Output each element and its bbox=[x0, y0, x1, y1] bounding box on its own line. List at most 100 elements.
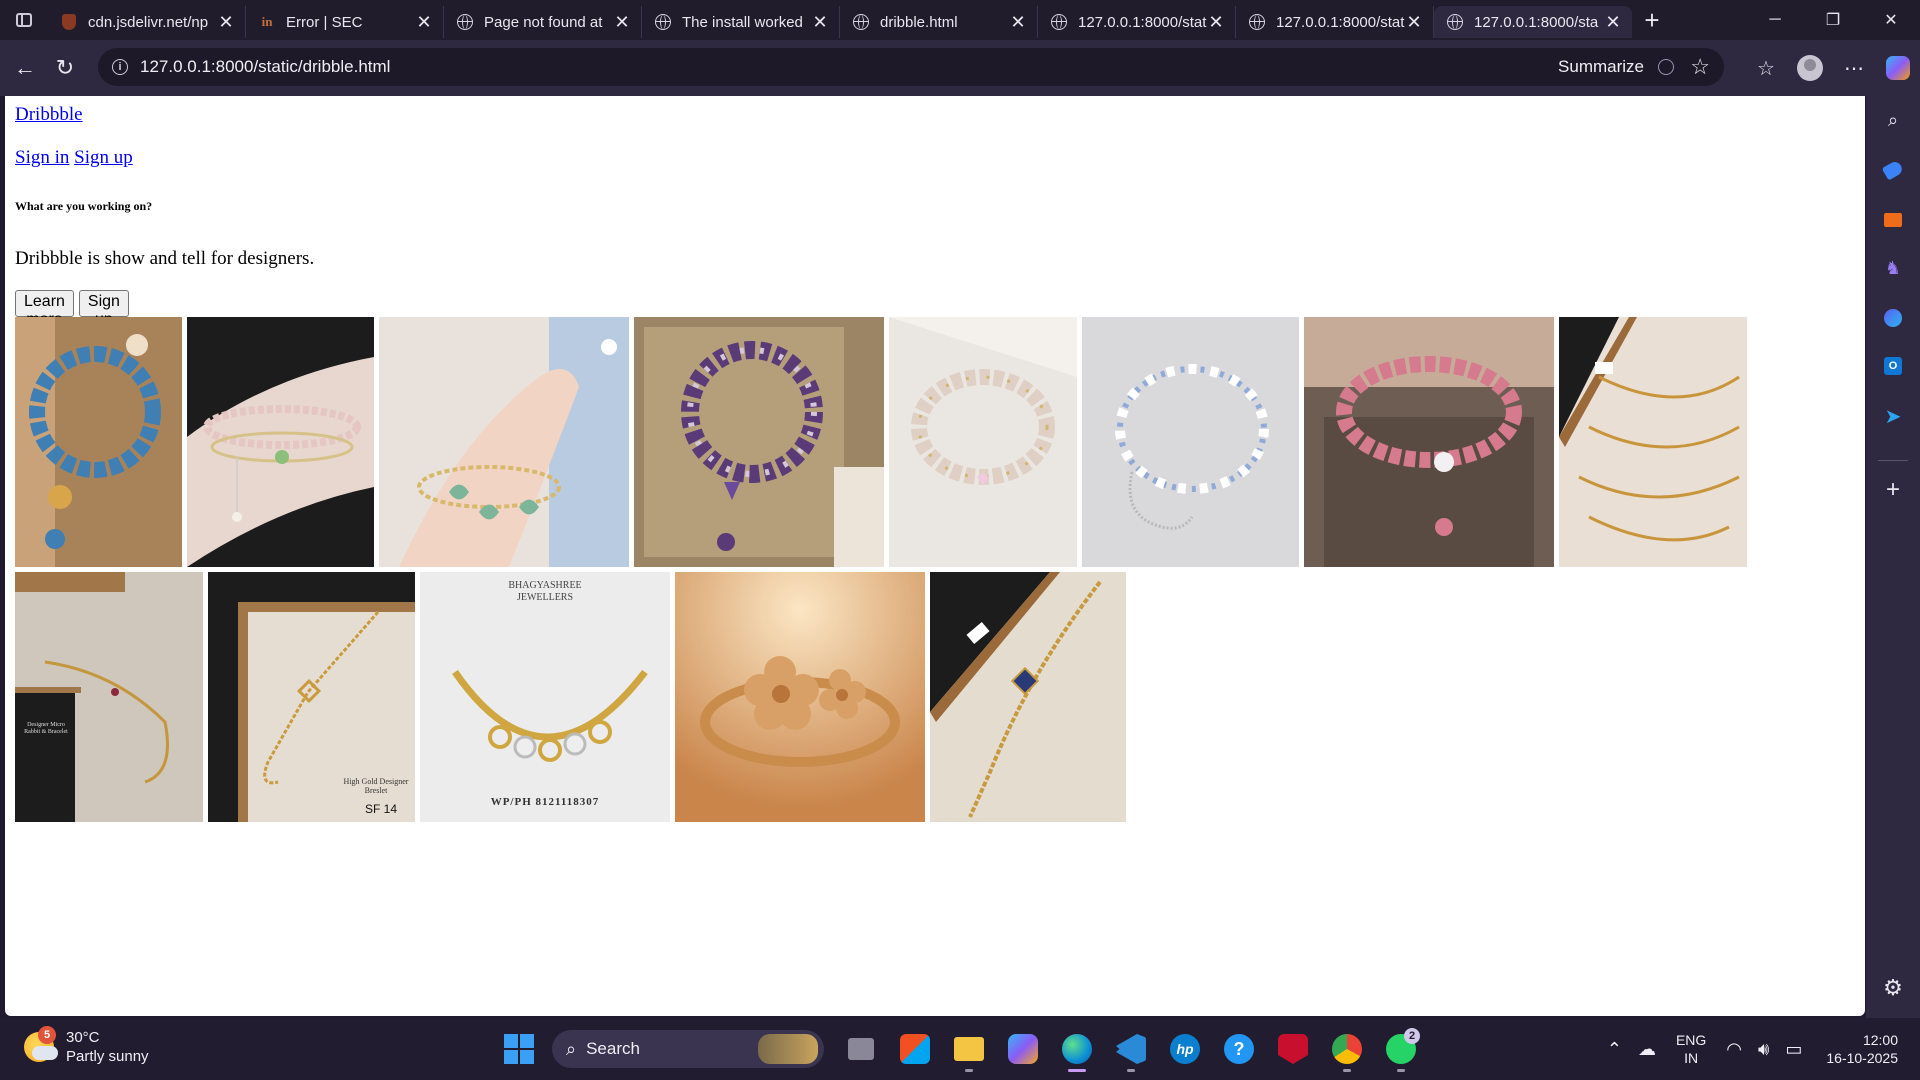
battery-icon[interactable]: ▭ bbox=[1785, 1039, 1802, 1060]
close-tab-icon[interactable]: ✕ bbox=[217, 13, 235, 31]
auth-links: Sign in Sign up bbox=[15, 147, 133, 169]
tab[interactable]: 127.0.0.1:8000/stat ✕ bbox=[1236, 6, 1434, 38]
shot-gold-charm-bracelet[interactable] bbox=[930, 572, 1126, 822]
edge-sidebar: ⌕ ♞ O ➤ + ⚙ bbox=[1866, 96, 1920, 1018]
copilot-button[interactable] bbox=[1876, 48, 1920, 88]
tab-active[interactable]: 127.0.0.1:8000/sta ✕ bbox=[1434, 6, 1632, 38]
volume-icon[interactable]: 🔊︎ bbox=[1758, 1039, 1769, 1060]
summarize-icon bbox=[1658, 59, 1674, 75]
cta-buttons: Learn more Sign up bbox=[15, 290, 129, 328]
description-text: Dribbble is show and tell for designers. bbox=[15, 248, 315, 269]
shot-green-leaf-bracelet[interactable] bbox=[379, 317, 629, 567]
tab[interactable]: 127.0.0.1:8000/stat ✕ bbox=[1038, 6, 1236, 38]
tab-label: The install worked bbox=[682, 13, 803, 31]
shot-gold-bracelet-frame[interactable]: Designer Micro Rabbit & Bracelet bbox=[15, 572, 203, 822]
profile-button[interactable] bbox=[1788, 48, 1832, 88]
favorites-icon[interactable]: ☆ bbox=[1744, 48, 1788, 88]
close-tab-icon[interactable]: ✕ bbox=[811, 13, 829, 31]
shot-gold-flower-ring[interactable] bbox=[675, 572, 925, 822]
tab[interactable]: The install worked ✕ bbox=[642, 6, 840, 38]
shot-pink-bracelet[interactable] bbox=[1304, 317, 1554, 567]
shot-header: BHAGYASHREE JEWELLERS bbox=[508, 580, 582, 603]
globe-icon bbox=[1050, 13, 1068, 31]
wifi-icon[interactable]: ◠ bbox=[1726, 1039, 1742, 1060]
tab[interactable]: Page not found at ✕ bbox=[444, 6, 642, 38]
search-icon[interactable]: ⌕ bbox=[1881, 108, 1905, 132]
url-text[interactable]: 127.0.0.1:8000/static/dribble.html bbox=[140, 57, 390, 77]
shot-caption: High Gold Designer Breslet bbox=[343, 777, 409, 795]
tab[interactable]: in Error | SEC ✕ bbox=[246, 6, 444, 38]
sidebar-divider bbox=[1878, 460, 1908, 461]
tab[interactable]: cdn.jsdelivr.net/np ✕ bbox=[48, 6, 246, 38]
weather-widget[interactable]: 5 30°C Partly sunny bbox=[24, 1026, 149, 1066]
copilot-bird-icon[interactable] bbox=[1881, 306, 1905, 330]
file-explorer-icon[interactable] bbox=[946, 1026, 992, 1072]
vscode-icon[interactable] bbox=[1108, 1026, 1154, 1072]
chrome-icon[interactable] bbox=[1324, 1026, 1370, 1072]
clock[interactable]: 12:00 16-10-2025 bbox=[1826, 1031, 1898, 1067]
weather-badge: 5 bbox=[38, 1026, 56, 1044]
globe-icon bbox=[1248, 13, 1266, 31]
time-text: 12:00 bbox=[1862, 1032, 1898, 1048]
shot-layered-bracelets[interactable] bbox=[187, 317, 374, 567]
globe-icon bbox=[1446, 13, 1464, 31]
in-favicon-icon: in bbox=[261, 14, 273, 29]
whatsapp-icon[interactable]: 2 bbox=[1378, 1026, 1424, 1072]
windows-start-icon[interactable] bbox=[504, 1034, 534, 1064]
close-tab-icon[interactable]: ✕ bbox=[613, 13, 631, 31]
shot-blue-bracelet[interactable] bbox=[15, 317, 182, 567]
close-tab-icon[interactable]: ✕ bbox=[415, 13, 433, 31]
close-tab-icon[interactable]: ✕ bbox=[1604, 13, 1622, 31]
learn-more-button[interactable]: Learn more bbox=[15, 290, 74, 328]
onedrive-icon[interactable]: ☁ bbox=[1638, 1039, 1656, 1060]
shot-footer: WP/PH 8121118307 bbox=[490, 796, 600, 808]
shot-gold-stone-bracelet[interactable]: BHAGYASHREE JEWELLERS WP/PH 8121118307 bbox=[420, 572, 670, 822]
shot-amethyst-bracelet[interactable] bbox=[634, 317, 884, 567]
shot-white-crystal-bracelet[interactable] bbox=[889, 317, 1077, 567]
tab[interactable]: dribble.html ✕ bbox=[840, 6, 1038, 38]
taskbar-search[interactable]: ⌕ Search bbox=[552, 1030, 824, 1068]
tab-label: Page not found at bbox=[484, 13, 603, 31]
task-view-icon[interactable] bbox=[838, 1026, 884, 1072]
favorite-star-icon[interactable]: ☆ bbox=[1690, 54, 1710, 80]
sign-up-button[interactable]: Sign up bbox=[78, 290, 129, 328]
hp-icon[interactable]: hp bbox=[1162, 1026, 1208, 1072]
briefcase-icon[interactable] bbox=[1881, 208, 1905, 232]
settings-icon[interactable]: ⚙ bbox=[1881, 975, 1905, 1000]
address-bar[interactable]: i 127.0.0.1:8000/static/dribble.html Sum… bbox=[98, 48, 1724, 86]
tab-strip: cdn.jsdelivr.net/np ✕ in Error | SEC ✕ P… bbox=[0, 0, 1920, 40]
close-tab-icon[interactable]: ✕ bbox=[1207, 13, 1225, 31]
outlook-icon[interactable]: O bbox=[1881, 354, 1905, 378]
sign-up-link[interactable]: Sign up bbox=[74, 147, 133, 168]
close-tab-icon[interactable]: ✕ bbox=[1009, 13, 1027, 31]
tab-actions-icon bbox=[16, 13, 32, 27]
help-icon[interactable]: ? bbox=[1216, 1026, 1262, 1072]
refresh-icon[interactable]: ↻ bbox=[46, 49, 84, 87]
chess-icon[interactable]: ♞ bbox=[1881, 256, 1905, 280]
shot-pearl-blue-bracelet[interactable] bbox=[1082, 317, 1299, 567]
shot-gold-bead-bracelet[interactable]: High Gold Designer Breslet SF 14 bbox=[208, 572, 415, 822]
mcafee-icon[interactable] bbox=[1270, 1026, 1316, 1072]
sign-in-link[interactable]: Sign in bbox=[15, 147, 69, 168]
tab-actions-button[interactable] bbox=[0, 0, 48, 40]
shot-gold-chain-bracelets[interactable] bbox=[1559, 317, 1747, 567]
close-window-icon[interactable]: ✕ bbox=[1862, 0, 1920, 40]
site-info-icon[interactable]: i bbox=[112, 59, 128, 75]
send-icon[interactable]: ➤ bbox=[1881, 404, 1905, 428]
more-options-icon[interactable]: ⋯ bbox=[1832, 48, 1876, 88]
chevron-up-icon[interactable]: ⌃ bbox=[1607, 1039, 1622, 1060]
restore-icon[interactable]: ❐ bbox=[1804, 0, 1862, 40]
copilot-app-icon[interactable] bbox=[1000, 1026, 1046, 1072]
brand-link[interactable]: Dribbble bbox=[15, 104, 83, 125]
language-indicator[interactable]: ENG IN bbox=[1676, 1031, 1706, 1067]
tag-icon[interactable] bbox=[1881, 158, 1905, 182]
back-arrow-icon[interactable]: ← bbox=[6, 49, 44, 87]
summarize-button[interactable]: Summarize bbox=[1558, 57, 1644, 77]
edge-icon[interactable] bbox=[1054, 1026, 1100, 1072]
close-tab-icon[interactable]: ✕ bbox=[1405, 13, 1423, 31]
new-tab-button[interactable]: + bbox=[1632, 0, 1672, 40]
store-icon[interactable] bbox=[892, 1026, 938, 1072]
add-icon[interactable]: + bbox=[1881, 476, 1905, 503]
system-tray: ⌃ ☁ ENG IN ◠ 🔊︎ ▭ 12:00 16-10-2025 bbox=[1599, 1018, 1920, 1080]
minimize-icon[interactable]: ─ bbox=[1746, 0, 1804, 40]
